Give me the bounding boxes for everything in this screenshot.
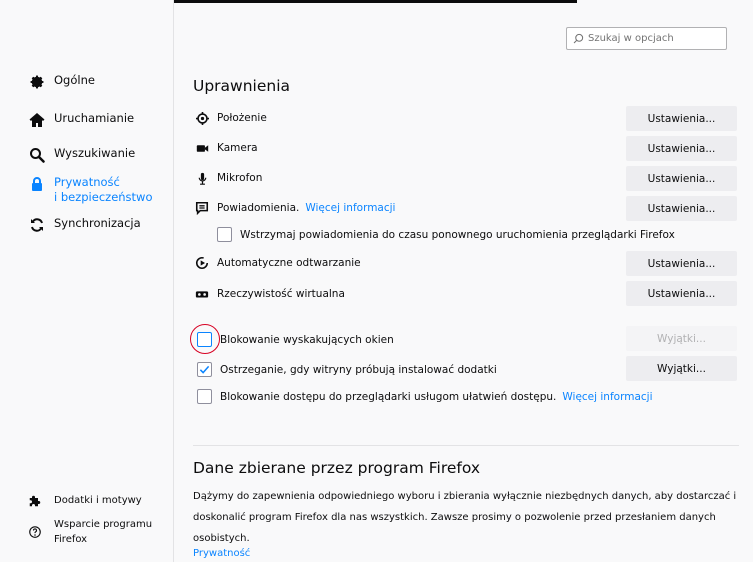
highlight-circle bbox=[190, 324, 220, 354]
perm-camera: Kamera bbox=[195, 141, 258, 155]
sidebar-item-addons[interactable]: Dodatki i motywy bbox=[28, 493, 142, 508]
privacy-notice-link[interactable]: Prywatność bbox=[193, 548, 250, 559]
block-a11y-label: Blokowanie dostępu do przeglądarki usług… bbox=[220, 390, 557, 403]
sidebar-item-label-line1: Prywatność bbox=[54, 175, 120, 189]
camera-settings-button[interactable]: Ustawienia... bbox=[626, 136, 737, 161]
sidebar-item-label-line2: i bezpieczeństwo bbox=[54, 190, 153, 204]
perm-microphone: Mikrofon bbox=[195, 171, 262, 185]
popups-exceptions-button[interactable]: Wyjątki... bbox=[626, 326, 737, 351]
addons-exceptions-button[interactable]: Wyjątki... bbox=[626, 356, 737, 381]
checkmark-icon bbox=[199, 365, 210, 374]
perm-notifications: Powiadomienia. Więcej informacji bbox=[195, 201, 395, 215]
camera-icon bbox=[195, 141, 209, 155]
permissions-title: Uprawnienia bbox=[193, 77, 291, 95]
data-collection-description: Dążymy do zapewnienia odpowiedniego wybo… bbox=[193, 491, 737, 544]
sidebar-item-sync[interactable]: Synchronizacja bbox=[28, 216, 141, 233]
preferences-window: Ogólne Uruchamianie Wyszukiwanie Prywatn… bbox=[0, 0, 753, 562]
pause-notifications-checkbox[interactable] bbox=[217, 227, 232, 242]
perm-camera-label: Kamera bbox=[217, 142, 258, 154]
perm-location-label: Położenie bbox=[217, 112, 267, 124]
data-collection-title: Dane zbierane przez program Firefox bbox=[193, 459, 481, 477]
notifications-settings-button[interactable]: Ustawienia... bbox=[626, 196, 737, 221]
sidebar-item-search[interactable]: Wyszukiwanie bbox=[28, 146, 135, 163]
section-divider bbox=[193, 445, 739, 446]
perm-location: Położenie bbox=[195, 111, 267, 125]
sidebar-item-label: Ogólne bbox=[54, 73, 95, 87]
sidebar-item-label: Wyszukiwanie bbox=[54, 146, 136, 160]
sidebar-item-label-line2: Firefox bbox=[54, 534, 88, 545]
sidebar-item-label: Dodatki i motywy bbox=[54, 495, 142, 506]
block-a11y-row[interactable]: Blokowanie dostępu do przeglądarki usług… bbox=[197, 389, 653, 404]
lock-icon bbox=[28, 175, 45, 192]
pause-notifications-label: Wstrzymaj powiadomienia do czasu ponowne… bbox=[240, 228, 675, 241]
gear-icon bbox=[28, 73, 45, 90]
search-input[interactable]: Szukaj w opcjach bbox=[566, 27, 727, 50]
warn-addons-label: Ostrzeganie, gdy witryny próbują instalo… bbox=[220, 363, 497, 376]
search-icon bbox=[28, 146, 45, 163]
search-placeholder: Szukaj w opcjach bbox=[588, 33, 674, 44]
vr-settings-button[interactable]: Ustawienia... bbox=[626, 281, 737, 306]
notification-icon bbox=[195, 201, 209, 215]
perm-vr-label: Rzeczywistość wirtualna bbox=[217, 288, 345, 300]
puzzle-icon bbox=[28, 494, 42, 508]
pause-notifications-row[interactable]: Wstrzymaj powiadomienia do czasu ponowne… bbox=[217, 227, 675, 242]
a11y-learn-more-link[interactable]: Więcej informacji bbox=[562, 391, 652, 403]
sidebar: Ogólne Uruchamianie Wyszukiwanie Prywatn… bbox=[0, 0, 174, 562]
microphone-settings-button[interactable]: Ustawienia... bbox=[626, 166, 737, 191]
perm-autoplay: Automatyczne odtwarzanie bbox=[195, 256, 361, 270]
block-popups-row[interactable]: Blokowanie wyskakujących okien bbox=[197, 332, 394, 347]
home-icon bbox=[28, 111, 45, 128]
warn-addons-row[interactable]: Ostrzeganie, gdy witryny próbują instalo… bbox=[197, 362, 497, 377]
autoplay-settings-button[interactable]: Ustawienia... bbox=[626, 251, 737, 276]
sidebar-item-label: Prywatność i bezpieczeństwo bbox=[54, 175, 153, 205]
sidebar-item-label: Synchronizacja bbox=[54, 216, 141, 230]
sidebar-item-label: Wsparcie programu Firefox bbox=[54, 517, 152, 547]
sidebar-item-label-line1: Wsparcie programu bbox=[54, 519, 153, 530]
sidebar-item-support[interactable]: Wsparcie programu Firefox bbox=[28, 517, 152, 547]
block-a11y-checkbox[interactable] bbox=[197, 389, 212, 404]
sidebar-item-startup[interactable]: Uruchamianie bbox=[28, 111, 134, 128]
sync-icon bbox=[28, 216, 45, 233]
sidebar-item-label: Uruchamianie bbox=[54, 111, 135, 125]
vr-headset-icon bbox=[195, 287, 209, 301]
help-icon bbox=[28, 525, 42, 539]
perm-vr: Rzeczywistość wirtualna bbox=[195, 287, 345, 301]
location-icon bbox=[195, 111, 209, 125]
perm-microphone-label: Mikrofon bbox=[217, 172, 263, 184]
perm-notifications-label: Powiadomienia. bbox=[217, 202, 300, 214]
search-icon bbox=[573, 33, 584, 44]
perm-autoplay-label: Automatyczne odtwarzanie bbox=[217, 257, 361, 269]
notifications-learn-more-link[interactable]: Więcej informacji bbox=[305, 202, 395, 214]
warn-addons-checkbox[interactable] bbox=[197, 362, 212, 377]
location-settings-button[interactable]: Ustawienia... bbox=[626, 106, 737, 131]
microphone-icon bbox=[195, 171, 209, 185]
block-popups-label: Blokowanie wyskakujących okien bbox=[220, 333, 394, 346]
sidebar-item-privacy[interactable]: Prywatność i bezpieczeństwo bbox=[28, 175, 153, 205]
autoplay-icon bbox=[195, 256, 209, 270]
sidebar-item-general[interactable]: Ogólne bbox=[28, 73, 95, 90]
